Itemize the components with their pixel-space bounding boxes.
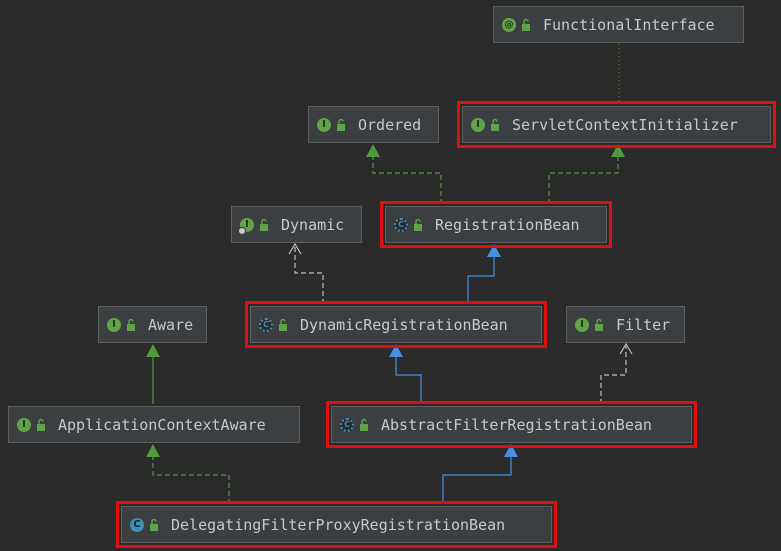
node-label: RegistrationBean [435,215,580,234]
interface-icon: I [17,417,31,432]
arrow-afrb [504,444,518,457]
node-label: Dynamic [281,215,345,234]
edge-afrb-dynamicrb [395,356,422,404]
node-delegating-filter-proxy-registration-bean[interactable]: C DelegatingFilterProxyRegistrationBean [116,501,557,548]
interface-icon: I [317,117,331,132]
arrow-aca [146,444,160,457]
abstract-class-icon: C [394,217,408,232]
arrow-ordered [366,144,380,157]
node-registration-bean[interactable]: C RegistrationBean [380,201,612,248]
node-aware[interactable]: I Aware [98,306,207,343]
lock-open-icon [279,318,287,331]
edge-registrationbean-sci [548,156,619,204]
node-ordered[interactable]: I Ordered [308,106,439,143]
arrow-dynamicrb [389,344,403,357]
arrow-registrationbean [487,244,501,257]
interface-icon: I [471,117,485,132]
edge-afrb-filter [600,346,627,404]
lock-open-icon [522,18,530,31]
node-abstract-filter-registration-bean[interactable]: C AbstractFilterRegistrationBean [326,401,697,448]
arrow-sci [611,144,625,157]
lock-open-icon [260,218,268,231]
lock-open-icon [37,418,45,431]
interface-icon: I [238,217,254,235]
edge-registrationbean-ordered [372,156,442,204]
class-icon: C [130,517,144,532]
node-functional-interface[interactable]: @ FunctionalInterface [493,6,744,43]
node-filter[interactable]: I Filter [566,306,685,343]
interface-icon: I [575,317,589,332]
abstract-class-icon: C [259,317,273,332]
node-label: FunctionalInterface [543,15,715,34]
lock-open-icon [595,318,603,331]
lock-open-icon [360,418,368,431]
edge-dynamicrb-dynamic [294,246,324,304]
arrow-aware [146,344,160,357]
edge-dynamicrb-registrationbean [467,256,495,304]
lock-open-icon [337,118,345,131]
node-label: AbstractFilterRegistrationBean [381,415,652,434]
edge-dfprb-aca [152,456,230,504]
annotation-icon: @ [502,17,516,32]
node-application-context-aware[interactable]: I ApplicationContextAware [8,406,300,443]
lock-open-icon [150,518,158,531]
node-dynamic-registration-bean[interactable]: C DynamicRegistrationBean [245,301,547,348]
node-label: ServletContextInitializer [512,115,738,134]
lock-open-icon [414,218,422,231]
node-dynamic[interactable]: I Dynamic [231,206,362,243]
inheritance-edges [146,44,633,504]
node-label: Aware [148,315,194,334]
node-label: DynamicRegistrationBean [300,315,508,334]
node-label: Filter [616,315,671,334]
edge-dfprb-afrb [442,456,512,504]
lock-open-icon [127,318,135,331]
node-label: Ordered [358,115,422,134]
abstract-class-icon: C [340,417,354,432]
interface-icon: I [107,317,121,332]
node-servlet-context-initializer[interactable]: I ServletContextInitializer [457,101,776,148]
lock-open-icon [491,118,499,131]
node-label: DelegatingFilterProxyRegistrationBean [171,515,506,534]
node-label: ApplicationContextAware [58,415,266,434]
